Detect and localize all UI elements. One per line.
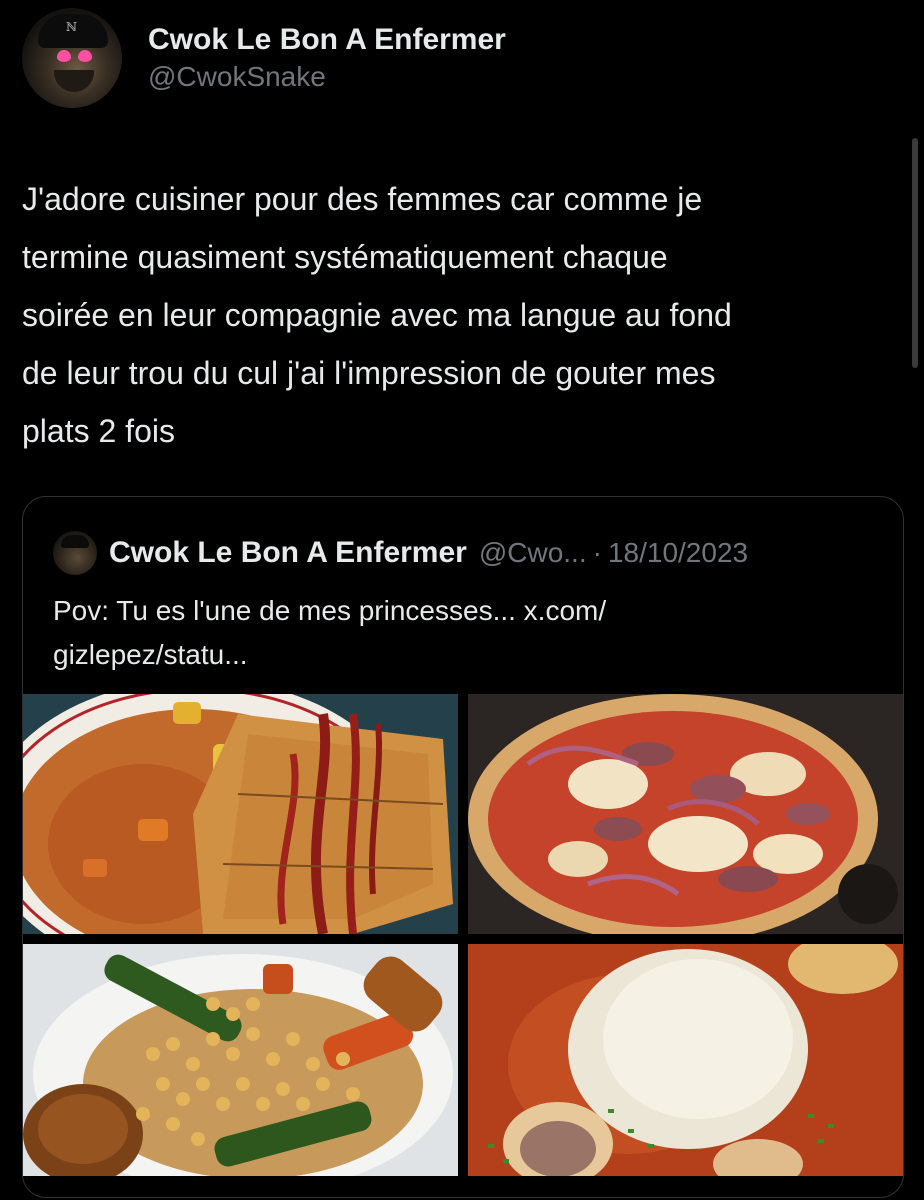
heart-eye-left-icon — [57, 50, 71, 62]
photo-pizza[interactable] — [468, 694, 903, 934]
beard-shape — [54, 70, 94, 92]
quoted-handle: @Cwo... — [478, 537, 587, 568]
tweet-text: J'adore cuisiner pour des femmes car com… — [22, 181, 732, 449]
avatar[interactable]: ℕ — [22, 8, 122, 108]
photo-curry-cutlet-image — [23, 694, 458, 934]
quoted-date: 18/10/2023 — [607, 537, 749, 568]
quoted-tweet-header: Cwok Le Bon A Enfermer @Cwo... · 18/10/2… — [53, 531, 748, 575]
scrollbar[interactable] — [912, 138, 918, 368]
author-handle[interactable]: @CwokSnake — [148, 60, 506, 94]
cap-logo: ℕ — [66, 20, 77, 34]
quoted-display-name: Cwok Le Bon A Enfermer — [109, 536, 467, 569]
photo-pizza-image — [468, 694, 903, 934]
author-display-name[interactable]: Cwok Le Bon A Enfermer — [148, 22, 506, 58]
photo-curry-cutlet[interactable] — [23, 694, 458, 934]
tweet-header: ℕ Cwok Le Bon A Enfermer @CwokSnake — [22, 6, 506, 110]
photo-rice-sauce[interactable] — [468, 944, 903, 1176]
photo-grid — [23, 694, 903, 1176]
photo-rice-sauce-image — [468, 944, 903, 1176]
photo-couscous[interactable] — [23, 944, 458, 1176]
author-names: Cwok Le Bon A Enfermer @CwokSnake — [148, 22, 506, 94]
quoted-separator: · — [592, 537, 602, 568]
quoted-tweet-text[interactable]: Pov: Tu es l'une de mes princesses... x.… — [53, 589, 873, 677]
photo-couscous-image — [23, 944, 458, 1176]
heart-eye-right-icon — [78, 50, 92, 62]
quoted-tweet-card[interactable]: Cwok Le Bon A Enfermer @Cwo... · 18/10/2… — [22, 496, 904, 1198]
quoted-avatar — [53, 531, 97, 575]
quoted-text-content: Pov: Tu es l'une de mes princesses... x.… — [53, 595, 607, 670]
